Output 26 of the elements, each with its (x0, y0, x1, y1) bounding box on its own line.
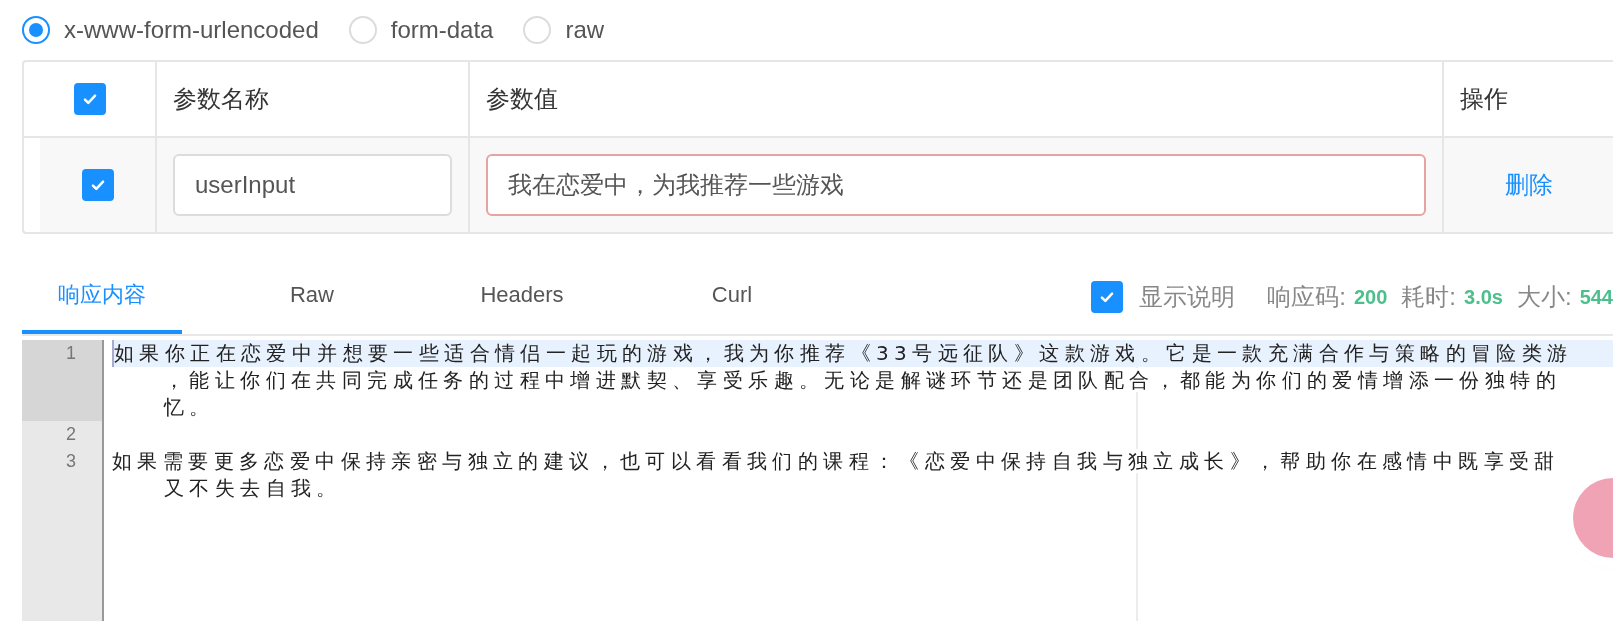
line-number: 3 (65, 450, 77, 473)
column-header: 操作 (1460, 84, 1508, 114)
stat-label: 响应码: (1267, 282, 1346, 312)
response-tab[interactable]: Headers (442, 260, 602, 334)
param-value-field[interactable]: 我在恋爱中，为我推荐一些游戏 (486, 154, 1426, 216)
show-description-label[interactable]: 显示说明 (1139, 281, 1236, 313)
radio-label[interactable]: x-www-form-urlencoded (64, 16, 319, 44)
response-tab[interactable]: Curl (652, 260, 812, 334)
select-all-checkbox[interactable] (73, 83, 106, 115)
column-header: 参数名称 (173, 84, 269, 114)
radio-button[interactable] (22, 16, 50, 44)
stat-label: 大小: (1516, 282, 1572, 312)
radio-label[interactable]: raw (565, 16, 605, 44)
line-number: 1 (22, 340, 102, 421)
line-number: 2 (65, 423, 77, 446)
response-text-line: 如果你正在恋爱中并想要一些适合情侣一起玩的游戏，我为你推荐《33号远征队》这款游戏。它是一款充满合作与策略的冒险类游 (114, 341, 1573, 365)
response-tab[interactable]: Raw (232, 260, 392, 334)
stat-value: 544 (1579, 285, 1613, 309)
stat-value: 3.0s (1464, 285, 1503, 309)
show-description-checkbox[interactable] (1091, 281, 1124, 313)
stat-value: 200 (1353, 285, 1388, 309)
column-header: 参数值 (486, 84, 558, 114)
param-name-field[interactable]: userInput (173, 154, 452, 216)
stat-label: 耗时: (1401, 282, 1456, 312)
radio-label[interactable]: form-data (390, 16, 494, 44)
row-checkbox[interactable] (81, 169, 114, 201)
